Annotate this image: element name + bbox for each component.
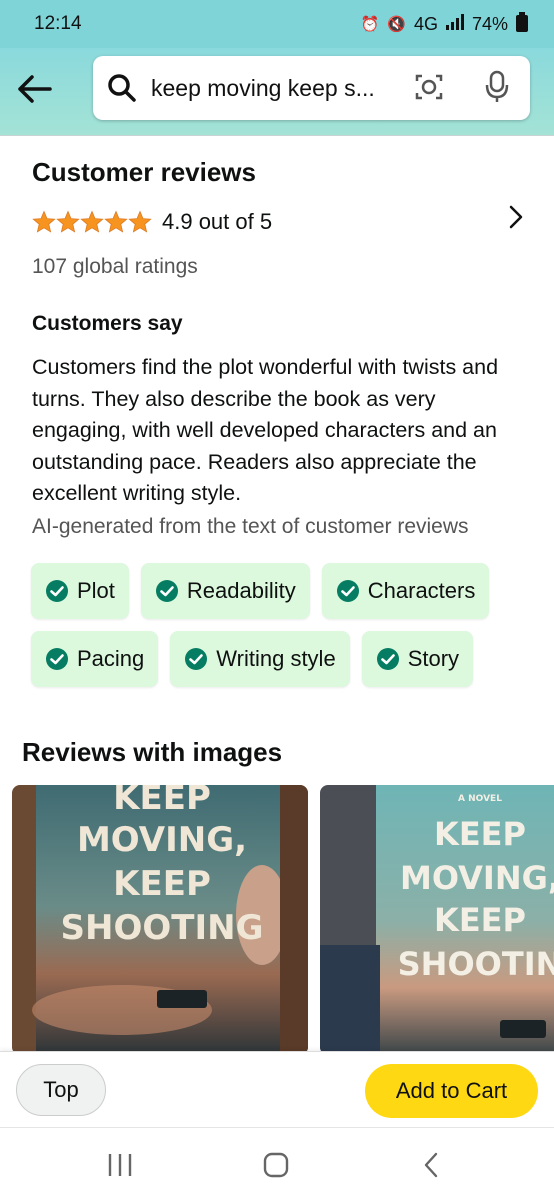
customer-reviews-title: Customer reviews: [32, 157, 256, 187]
cover-line: KEEP: [434, 901, 526, 939]
check-circle-icon: [46, 648, 68, 670]
star-icon: [56, 210, 80, 233]
customers-say-summary: Customers find the plot wonderful with t…: [32, 355, 499, 505]
cover-line: SHOOTING: [61, 908, 264, 948]
cover-line: KEEP: [113, 864, 211, 904]
chip-label: Characters: [367, 578, 476, 603]
bottom-action-bar: Top Add to Cart: [0, 1051, 554, 1127]
chip-label: Story: [407, 646, 460, 671]
chip-readability[interactable]: Readability: [140, 563, 310, 619]
chip-writing-style[interactable]: Writing style: [170, 631, 350, 687]
camera-icon[interactable]: [414, 72, 444, 102]
mic-icon[interactable]: [484, 70, 510, 104]
mute-icon: 🔇: [387, 16, 406, 33]
chevron-right-icon[interactable]: [506, 203, 526, 231]
chip-label: Readability: [186, 578, 296, 603]
chip-label: Plot: [77, 578, 115, 603]
signal-icon: [445, 13, 464, 35]
back-arrow-icon: [18, 75, 52, 103]
system-nav-bar: [0, 1127, 554, 1200]
add-to-cart-button[interactable]: Add to Cart: [365, 1064, 538, 1118]
rating-text: 4.9 out of 5: [162, 209, 273, 234]
star-icon: [80, 210, 104, 233]
search-input[interactable]: keep moving keep s...: [151, 75, 399, 102]
recent-apps-icon[interactable]: [105, 1150, 135, 1180]
review-image[interactable]: KEEP MOVING, KEEP SHOOTING: [12, 785, 308, 1055]
check-circle-icon: [185, 648, 208, 670]
check-circle-icon: [46, 580, 68, 602]
review-aspect-chips: Plot Readability Characters Pacing Writi…: [31, 563, 531, 699]
home-icon[interactable]: [261, 1150, 291, 1180]
review-image[interactable]: A NOVEL KEEP MOVING, KEEP SHOOTIN: [320, 785, 554, 1055]
search-icon: [108, 74, 136, 102]
battery-icon: [516, 11, 528, 37]
global-ratings: 107 global ratings: [32, 255, 198, 278]
book-cover-photo: A NOVEL KEEP MOVING, KEEP SHOOTIN: [320, 785, 554, 1055]
cover-tag: A NOVEL: [458, 794, 502, 804]
system-back-icon[interactable]: [417, 1150, 447, 1180]
cover-line: MOVING,: [400, 859, 554, 897]
rating-row[interactable]: 4.9 out of 5: [32, 209, 272, 235]
customers-say-title: Customers say: [32, 312, 183, 335]
status-time: 12:14: [34, 13, 82, 34]
cover-line: SHOOTIN: [398, 945, 554, 983]
star-icon: [104, 210, 128, 233]
search-box[interactable]: keep moving keep s...: [93, 56, 530, 120]
chip-pacing[interactable]: Pacing: [31, 631, 159, 687]
check-circle-icon: [336, 580, 359, 602]
chip-label: Writing style: [216, 646, 336, 671]
book-cover-photo: KEEP MOVING, KEEP SHOOTING: [12, 785, 308, 1055]
network-label: 4G: [413, 13, 438, 34]
star-icon: [32, 210, 56, 233]
status-icons: ⏰ 🔇 4G 74%: [360, 11, 528, 37]
cover-line: KEEP: [434, 815, 526, 853]
alarm-icon: ⏰: [360, 16, 380, 33]
check-circle-icon: [376, 648, 399, 670]
chip-story[interactable]: Story: [361, 631, 474, 687]
reviews-with-images-title: Reviews with images: [22, 737, 283, 767]
top-button[interactable]: Top: [16, 1064, 106, 1116]
check-circle-icon: [155, 580, 178, 602]
star-rating: [32, 210, 152, 234]
ai-generated-note: AI-generated from the text of customer r…: [32, 515, 469, 538]
star-icon: [128, 210, 152, 233]
cover-line: MOVING,: [77, 820, 247, 860]
chip-characters[interactable]: Characters: [321, 563, 490, 619]
back-button[interactable]: [16, 72, 54, 106]
chip-plot[interactable]: Plot: [31, 563, 129, 619]
search-header: keep moving keep s...: [0, 48, 554, 136]
status-bar: 12:14 ⏰ 🔇 4G 74%: [0, 0, 554, 48]
chip-label: Pacing: [77, 646, 145, 671]
battery-percent: 74%: [471, 13, 508, 34]
cover-line: KEEP: [113, 785, 211, 818]
